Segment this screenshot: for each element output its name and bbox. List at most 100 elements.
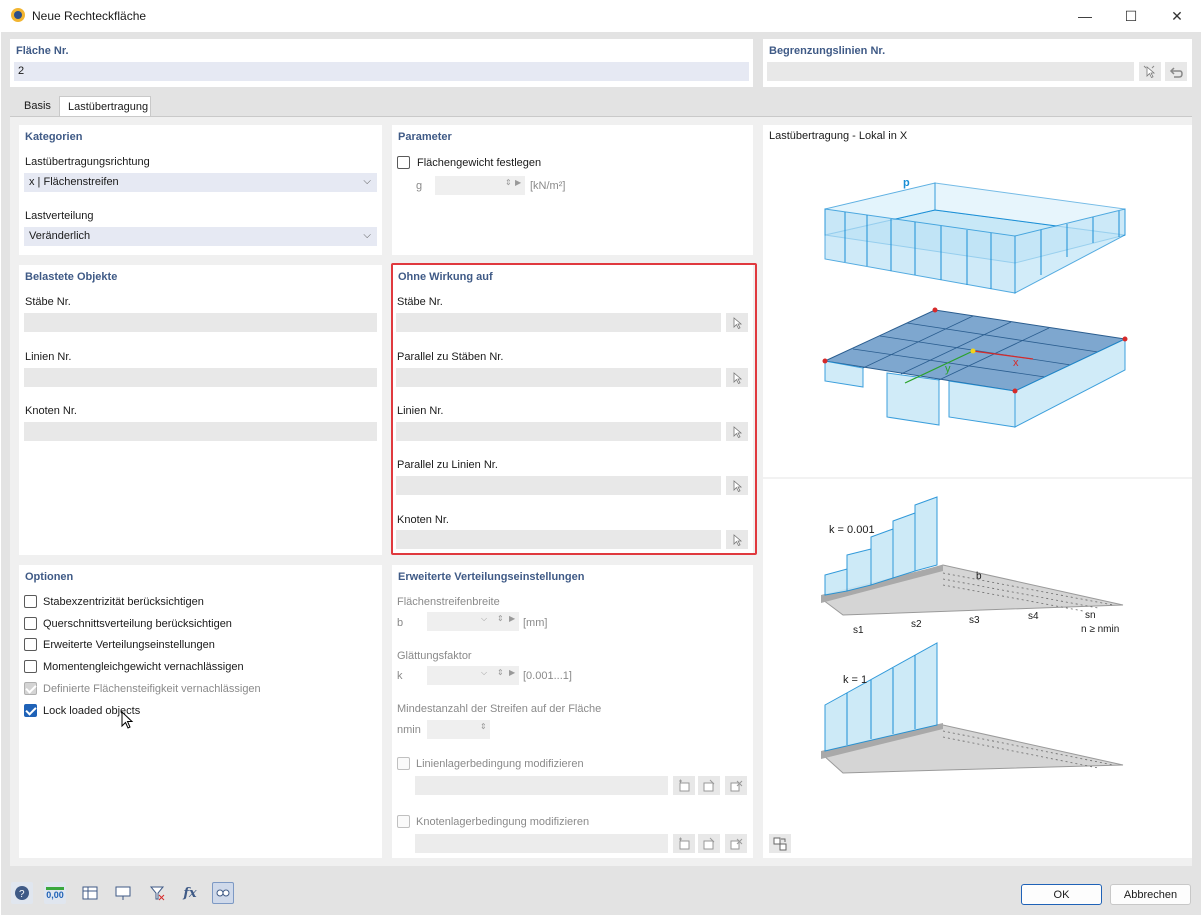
g-label: g bbox=[416, 180, 423, 192]
nodes-input[interactable] bbox=[24, 422, 377, 441]
option-label: Momentengleichgewicht vernachlässigen bbox=[43, 661, 244, 673]
view-settings-icon[interactable] bbox=[769, 834, 791, 853]
lines-input[interactable] bbox=[24, 368, 377, 387]
direction-select[interactable]: x | Flächenstreifen ⌵ bbox=[24, 173, 377, 192]
optionen-title: Optionen bbox=[25, 571, 74, 583]
minimize-button[interactable]: — bbox=[1062, 0, 1108, 32]
line-support-checkbox[interactable] bbox=[397, 757, 410, 770]
boundary-lines-label: Begrenzungslinien Nr. bbox=[769, 45, 886, 57]
smoothing-label: Glättungsfaktor bbox=[397, 650, 472, 662]
s1-label: s1 bbox=[853, 625, 864, 636]
k-label: k bbox=[397, 670, 403, 682]
distribution-label: Lastverteilung bbox=[25, 210, 94, 222]
spin-arrows-icon: ⇕ bbox=[497, 668, 504, 677]
node-support-input[interactable] bbox=[415, 834, 668, 853]
option-checkbox-eccentricity[interactable] bbox=[24, 595, 37, 608]
sn-label: sn bbox=[1085, 610, 1096, 621]
option-checkbox-cross-section[interactable] bbox=[24, 617, 37, 630]
g-input[interactable]: ⇕ ▶ bbox=[435, 176, 525, 195]
option-label: Stabexzentrizität berücksichtigen bbox=[43, 596, 204, 608]
surface-number-label: Fläche Nr. bbox=[16, 45, 69, 57]
svg-text:?: ? bbox=[19, 889, 25, 900]
direction-value: x | Flächenstreifen bbox=[29, 176, 119, 188]
option-checkbox-stiffness bbox=[24, 682, 37, 695]
units-icon-text: 0,00 bbox=[46, 886, 64, 900]
delete-item-icon[interactable] bbox=[725, 776, 747, 795]
help-icon[interactable]: ? bbox=[11, 882, 33, 904]
s3-label: s3 bbox=[969, 615, 980, 626]
app-icon bbox=[11, 8, 25, 22]
erweiterte-title: Erweiterte Verteilungseinstellungen bbox=[398, 571, 585, 583]
title-bar: Neue Rechteckfläche — ☐ ✕ bbox=[0, 0, 1202, 32]
k-input[interactable]: ⌵ ⇕ ▶ bbox=[427, 666, 519, 685]
boundary-lines-input[interactable] bbox=[767, 62, 1134, 81]
node-support-label: Knotenlagerbedingung modifizieren bbox=[416, 816, 590, 828]
option-label: Definierte Flächensteifigkeit vernachläs… bbox=[43, 683, 261, 695]
g-unit: [kN/m²] bbox=[530, 180, 566, 192]
preview-panel: Lastübertragung - Lokal in X p x y k = 0… bbox=[763, 125, 1192, 858]
kategorien-title: Kategorien bbox=[25, 131, 83, 143]
window-title: Neue Rechteckfläche bbox=[32, 9, 147, 23]
nmin-input[interactable]: ⇕ bbox=[427, 720, 490, 739]
nmin-label: nmin bbox=[397, 724, 421, 736]
s4-label: s4 bbox=[1028, 611, 1039, 622]
option-checkbox-moment[interactable] bbox=[24, 660, 37, 673]
members-input[interactable] bbox=[24, 313, 377, 332]
delete-item-icon[interactable] bbox=[725, 834, 747, 853]
erweiterte-panel: Erweiterte Verteilungseinstellungen Fläc… bbox=[392, 565, 753, 858]
cancel-button[interactable]: Abbrechen bbox=[1110, 884, 1191, 905]
ok-button[interactable]: OK bbox=[1021, 884, 1102, 905]
arrow-right-icon: ▶ bbox=[509, 668, 516, 677]
new-item-icon[interactable] bbox=[673, 776, 695, 795]
maximize-button[interactable]: ☐ bbox=[1108, 0, 1154, 32]
option-label: Erweiterte Verteilungseinstellungen bbox=[43, 639, 215, 651]
undo-arrow-icon[interactable] bbox=[1165, 62, 1187, 81]
node-support-checkbox[interactable] bbox=[397, 815, 410, 828]
new-item-icon[interactable] bbox=[673, 834, 695, 853]
chevron-down-icon: ⌵ bbox=[363, 230, 371, 241]
spin-arrows-icon: ⇕ bbox=[497, 614, 504, 623]
s2-label: s2 bbox=[911, 619, 922, 630]
distribution-select[interactable]: Veränderlich ⌵ bbox=[24, 227, 377, 246]
mouse-cursor-icon bbox=[121, 711, 134, 729]
pick-cursor-icon[interactable] bbox=[1139, 62, 1161, 81]
k-small-label: k = 0.001 bbox=[829, 524, 875, 536]
spin-arrows-icon: ⇕ bbox=[505, 178, 512, 187]
filter-icon[interactable] bbox=[146, 882, 168, 904]
tab-basis[interactable]: Basis bbox=[16, 96, 62, 116]
k-range: [0.001...1] bbox=[523, 670, 572, 682]
kategorien-panel: Kategorien Lastübertragungsrichtung x | … bbox=[19, 125, 382, 255]
weight-checkbox-label: Flächengewicht festlegen bbox=[417, 157, 542, 169]
b-dim-label: b bbox=[976, 571, 982, 582]
option-checkbox-lock[interactable] bbox=[24, 704, 37, 717]
formula-icon[interactable]: fx bbox=[179, 882, 201, 904]
arrow-right-icon: ▶ bbox=[515, 178, 522, 187]
optionen-panel: Optionen Stabexzentrizität berücksichtig… bbox=[19, 565, 382, 858]
units-icon[interactable]: 0,00 bbox=[44, 882, 66, 904]
line-support-input[interactable] bbox=[415, 776, 668, 795]
chevron-down-icon: ⌵ bbox=[363, 176, 371, 187]
strip-width-label: Flächenstreifenbreite bbox=[397, 596, 500, 608]
tab-lastuebertragung[interactable]: Lastübertragung bbox=[59, 96, 151, 117]
b-unit: [mm] bbox=[523, 617, 548, 629]
close-button[interactable]: ✕ bbox=[1154, 0, 1200, 32]
surface-number-input[interactable]: 2 bbox=[14, 62, 749, 81]
table-icon[interactable] bbox=[79, 882, 101, 904]
b-label: b bbox=[397, 617, 404, 629]
settings-icon[interactable] bbox=[212, 882, 234, 904]
b-input[interactable]: ⌵ ⇕ ▶ bbox=[427, 612, 519, 631]
parameter-title: Parameter bbox=[398, 131, 452, 143]
lines-label: Linien Nr. bbox=[25, 351, 72, 363]
distribution-value: Veränderlich bbox=[29, 230, 91, 242]
display-icon[interactable] bbox=[112, 882, 134, 904]
boundary-lines-panel: Begrenzungslinien Nr. bbox=[763, 39, 1192, 87]
chevron-down-icon: ⌵ bbox=[481, 614, 488, 623]
weight-checkbox[interactable] bbox=[397, 156, 410, 169]
direction-label: Lastübertragungsrichtung bbox=[25, 156, 150, 168]
belastete-title: Belastete Objekte bbox=[25, 271, 118, 283]
edit-item-icon[interactable] bbox=[698, 834, 720, 853]
edit-item-icon[interactable] bbox=[698, 776, 720, 795]
option-checkbox-extended[interactable] bbox=[24, 638, 37, 651]
spin-arrows-icon: ⇕ bbox=[480, 722, 487, 731]
surface-number-panel: Fläche Nr. 2 bbox=[10, 39, 753, 87]
